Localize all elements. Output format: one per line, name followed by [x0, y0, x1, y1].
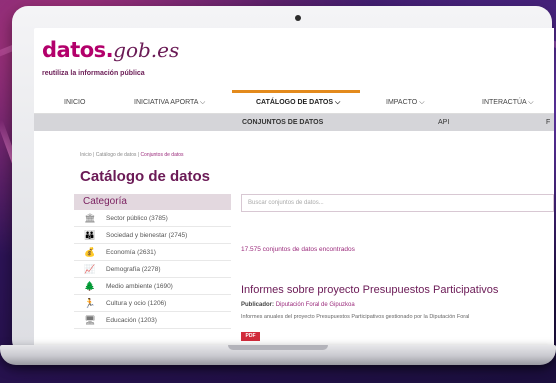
sidebar-item-sociedad[interactable]: 👪 Sociedad y bienestar (2745) — [74, 227, 231, 244]
format-badge-pdf[interactable]: PDF — [241, 332, 260, 341]
sidebar-heading: Categoría — [74, 194, 231, 210]
nav-item-impacto[interactable]: IMPACTO ⌵ — [386, 99, 425, 107]
people-icon: 👪 — [84, 229, 96, 240]
publisher-label: Publicador: — [241, 302, 275, 308]
tree-icon: 🌲 — [84, 280, 96, 291]
logo-main-text: datos. — [42, 38, 114, 62]
sidebar-item-label: Sector público (3785) — [106, 214, 168, 222]
laptop-base — [0, 345, 556, 365]
sidebar-item-medio-ambiente[interactable]: 🌲 Medio ambiente (1690) — [74, 278, 231, 295]
active-nav-indicator — [232, 90, 360, 93]
nav-item-inicio[interactable]: INICIO — [64, 99, 85, 106]
sidebar-item-label: Economía (2631) — [106, 248, 156, 256]
page-title: Catálogo de datos — [80, 168, 211, 185]
category-sidebar: Categoría 🏛 Sector público (3785) 👪 Soci… — [74, 194, 231, 329]
result-description: Informes anuales del proyecto Presupuest… — [241, 314, 470, 320]
laptop-notch — [228, 345, 328, 350]
breadcrumb-current: Conjuntos de datos — [140, 152, 184, 158]
camera-icon — [295, 15, 301, 21]
screen-icon: 🖥 — [84, 314, 96, 325]
nav-item-catalogo[interactable]: CATÁLOGO DE DATOS ⌵ — [256, 99, 340, 107]
sidebar-item-educacion[interactable]: 🖥 Educación (1203) — [74, 312, 231, 329]
laptop-frame: datos.gob.es reutiliza la información pú… — [12, 6, 554, 356]
publisher-link[interactable]: Diputación Foral de Gipuzkoa — [276, 302, 355, 308]
main-nav: INICIO INICIATIVA APORTA ⌵ CATÁLOGO DE D… — [34, 90, 554, 114]
building-icon: 🏛 — [84, 212, 96, 223]
nav-item-interactua[interactable]: INTERACTÚA ⌵ — [482, 99, 534, 107]
sidebar-item-demografia[interactable]: 📈 Demografía (2278) — [74, 261, 231, 278]
search-input[interactable]: Buscar conjuntos de datos... — [241, 194, 554, 212]
site-tagline: reutiliza la información pública — [42, 70, 145, 77]
site-logo[interactable]: datos.gob.es — [42, 38, 179, 62]
breadcrumb: Inicio | Catálogo de datos | Conjuntos d… — [80, 152, 184, 158]
breadcrumb-catalog[interactable]: Catálogo de datos — [96, 152, 137, 158]
logo-domain-text: gob.es — [113, 38, 180, 62]
sidebar-item-label: Sociedad y bienestar (2745) — [106, 231, 188, 239]
sidebar-item-economia[interactable]: 💰 Economía (2631) — [74, 244, 231, 261]
browser-screen: datos.gob.es reutiliza la información pú… — [34, 28, 554, 350]
sub-nav: CONJUNTOS DE DATOS API F — [34, 114, 554, 131]
money-icon: 💰 — [84, 246, 96, 257]
chart-icon: 📈 — [84, 263, 96, 274]
result-publisher: Publicador: Diputación Foral de Gipuzkoa — [241, 302, 355, 308]
runner-icon: 🏃 — [84, 297, 96, 308]
sidebar-item-label: Educación (1203) — [106, 316, 157, 324]
breadcrumb-home[interactable]: Inicio — [80, 152, 92, 158]
sidebar-item-label: Medio ambiente (1690) — [106, 282, 173, 290]
subnav-item-api[interactable]: API — [438, 119, 449, 126]
sidebar-item-cultura[interactable]: 🏃 Cultura y ocio (1206) — [74, 295, 231, 312]
subnav-item-conjuntos[interactable]: CONJUNTOS DE DATOS — [242, 119, 323, 126]
subnav-item-more[interactable]: F — [546, 119, 550, 126]
results-count: 17.575 conjuntos de datos encontrados — [241, 246, 355, 253]
result-title-link[interactable]: Informes sobre proyecto Presupuestos Par… — [241, 284, 498, 296]
sidebar-item-label: Cultura y ocio (1206) — [106, 299, 167, 307]
sidebar-item-sector-publico[interactable]: 🏛 Sector público (3785) — [74, 210, 231, 227]
nav-item-iniciativa-aporta[interactable]: INICIATIVA APORTA ⌵ — [134, 99, 205, 107]
sidebar-item-label: Demografía (2278) — [106, 265, 161, 273]
